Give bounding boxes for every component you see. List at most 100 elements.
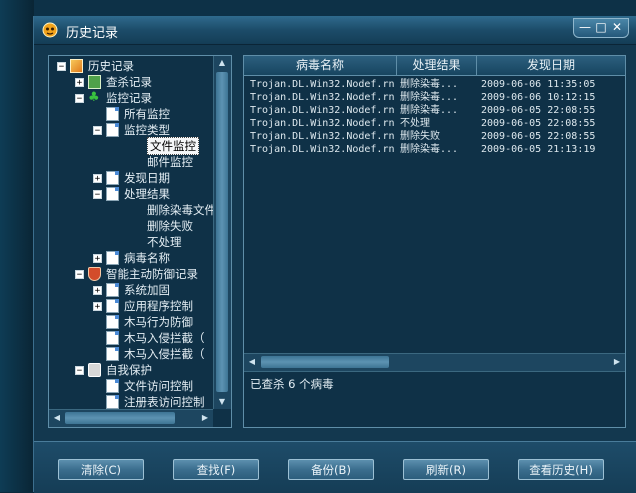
maximize-button[interactable]: □ bbox=[594, 19, 608, 35]
table-row[interactable]: Trojan.DL.Win32.Nodef.rn 删除染毒... 2009-06-0… bbox=[244, 104, 625, 117]
tree-item-label: 注册表访问控制 bbox=[124, 395, 205, 409]
cell-result: 删除染毒... bbox=[400, 92, 459, 103]
tree-item[interactable]: + 病毒名称 bbox=[93, 250, 170, 266]
list-horizontal-scrollbar[interactable]: ◀ ▶ bbox=[244, 353, 625, 372]
tree-item[interactable]: 注册表访问控制 bbox=[93, 394, 205, 409]
scroll-up-arrow-icon[interactable]: ▲ bbox=[214, 56, 230, 70]
cell-date: 2009-06-05 22:08:55 bbox=[481, 118, 596, 129]
collapse-icon[interactable]: − bbox=[75, 269, 84, 279]
table-row[interactable]: Trojan.DL.Win32.Nodef.rn 删除染毒... 2009-06-0… bbox=[244, 91, 625, 104]
clear-button[interactable]: 清除(C) bbox=[58, 459, 144, 480]
tree-item[interactable]: 文件访问控制 bbox=[93, 378, 193, 394]
tree-item[interactable]: − 自我保护 bbox=[75, 362, 152, 378]
document-icon bbox=[106, 347, 119, 361]
tree-item[interactable]: 木马入侵拦截（ bbox=[93, 346, 205, 362]
tree-item-label: 系统加固 bbox=[124, 283, 170, 297]
cell-date: 2009-06-06 11:35:05 bbox=[481, 79, 596, 90]
app-logo-icon bbox=[42, 22, 58, 38]
tree-item-label: 历史记录 bbox=[88, 59, 134, 73]
collapse-icon[interactable]: − bbox=[75, 93, 84, 103]
cell-result: 删除染毒... bbox=[400, 105, 459, 116]
tree-item[interactable]: − 监控类型 bbox=[93, 122, 170, 138]
tree-item-label: 木马行为防御 bbox=[124, 315, 193, 329]
collapse-icon[interactable]: − bbox=[93, 125, 102, 135]
column-header-date[interactable]: 发现日期 bbox=[477, 56, 625, 75]
column-header-virus-name[interactable]: 病毒名称 bbox=[244, 56, 397, 75]
view-history-button[interactable]: 查看历史(H) bbox=[518, 459, 604, 480]
cell-virus-name: Trojan.DL.Win32.Nodef.rn bbox=[250, 131, 395, 142]
tree-item-label: 监控记录 bbox=[106, 91, 152, 105]
scroll-left-arrow-icon[interactable]: ◀ bbox=[49, 411, 65, 425]
tree-item-label: 监控类型 bbox=[124, 123, 170, 137]
document-icon bbox=[106, 251, 119, 265]
backup-button[interactable]: 备份(B) bbox=[288, 459, 374, 480]
minimize-button[interactable]: — bbox=[578, 19, 592, 35]
tree-item[interactable]: 邮件监控 bbox=[147, 154, 193, 170]
tree-item[interactable]: + 应用程序控制 bbox=[93, 298, 193, 314]
table-row[interactable]: Trojan.DL.Win32.Nodef.rn 删除染毒... 2009-06-0… bbox=[244, 143, 625, 156]
cell-virus-name: Trojan.DL.Win32.Nodef.rn bbox=[250, 79, 395, 90]
cell-virus-name: Trojan.DL.Win32.Nodef.rn bbox=[250, 144, 395, 155]
virus-list-panel: 病毒名称 处理结果 发现日期 Trojan.DL.Win32.Nodef.rn 删… bbox=[243, 55, 626, 428]
history-tree-panel: − 历史记录 + 查杀记录 − ♣ 监控记录 所有监控 − 监控类型 文件监控 邮件监控 + 发现日期 − 处… bbox=[48, 55, 232, 428]
cell-date: 2009-06-05 22:08:55 bbox=[481, 131, 596, 142]
tree-item-label: 查杀记录 bbox=[106, 75, 152, 89]
tree-item[interactable]: + 查杀记录 bbox=[75, 74, 152, 90]
find-button[interactable]: 查找(F) bbox=[173, 459, 259, 480]
tree-vertical-scroll-thumb[interactable] bbox=[216, 72, 228, 392]
tree-item[interactable]: 不处理 bbox=[147, 234, 182, 250]
table-row[interactable]: Trojan.DL.Win32.Nodef.rn 删除染毒... 2009-06-0… bbox=[244, 78, 625, 91]
refresh-button[interactable]: 刷新(R) bbox=[403, 459, 489, 480]
expand-icon[interactable]: + bbox=[93, 253, 102, 263]
expand-icon[interactable]: + bbox=[93, 173, 102, 183]
tree-item[interactable]: 删除失败 bbox=[147, 218, 193, 234]
expand-icon[interactable]: + bbox=[93, 285, 102, 295]
tree-item[interactable]: 所有监控 bbox=[93, 106, 170, 122]
tree-item[interactable]: + 系统加固 bbox=[93, 282, 170, 298]
tree-horizontal-scroll-thumb[interactable] bbox=[65, 412, 175, 424]
cell-date: 2009-06-06 10:12:15 bbox=[481, 92, 596, 103]
expand-icon[interactable]: + bbox=[75, 77, 84, 87]
table-row[interactable]: Trojan.DL.Win32.Nodef.rn 删除失败 2009-06-05 2… bbox=[244, 130, 625, 143]
scroll-down-arrow-icon[interactable]: ▼ bbox=[214, 395, 230, 409]
cell-result: 不处理 bbox=[400, 118, 430, 129]
tree-item-label: 文件访问控制 bbox=[124, 379, 193, 393]
tree-item[interactable]: − ♣ 监控记录 bbox=[75, 90, 152, 106]
scroll-left-arrow-icon[interactable]: ◀ bbox=[244, 355, 260, 369]
lock-icon bbox=[88, 363, 101, 377]
scroll-right-arrow-icon[interactable]: ▶ bbox=[609, 355, 625, 369]
collapse-icon[interactable]: − bbox=[75, 365, 84, 375]
tree-horizontal-scrollbar[interactable]: ◀ ▶ bbox=[49, 409, 213, 427]
history-window: 历史记录 — □ ✕ − 历史记录 + 查杀记录 − ♣ 监控记录 所有监控 − 监控类型 文件监控… bbox=[33, 16, 636, 493]
document-icon bbox=[106, 379, 119, 393]
tree-item[interactable]: 木马行为防御 bbox=[93, 314, 193, 330]
window-title: 历史记录 bbox=[66, 26, 119, 41]
document-icon bbox=[106, 315, 119, 329]
collapse-icon[interactable]: − bbox=[93, 189, 102, 199]
tree-item[interactable]: − 历史记录 bbox=[57, 58, 134, 74]
desktop-background bbox=[0, 0, 636, 16]
tree-item-label: 删除染毒文件 bbox=[147, 203, 213, 217]
tree-item[interactable]: 文件监控 bbox=[147, 137, 199, 155]
history-tree: − 历史记录 + 查杀记录 − ♣ 监控记录 所有监控 − 监控类型 文件监控 邮件监控 + 发现日期 − 处… bbox=[49, 56, 213, 409]
tree-item[interactable]: 删除染毒文件 bbox=[147, 202, 213, 218]
collapse-icon[interactable]: − bbox=[57, 61, 66, 71]
tree-item[interactable]: − 智能主动防御记录 bbox=[75, 266, 198, 282]
status-text: 已查杀 6 个病毒 bbox=[250, 377, 334, 391]
tree-item-label: 文件监控 bbox=[147, 137, 199, 155]
expand-icon[interactable]: + bbox=[93, 301, 102, 311]
table-row[interactable]: Trojan.DL.Win32.Nodef.rn 不处理 2009-06-05 22… bbox=[244, 117, 625, 130]
column-header-result[interactable]: 处理结果 bbox=[397, 56, 477, 75]
tree-vertical-scrollbar[interactable]: ▲ ▼ bbox=[213, 56, 231, 409]
title-bar[interactable]: 历史记录 — □ ✕ bbox=[34, 16, 636, 45]
list-horizontal-scroll-thumb[interactable] bbox=[261, 356, 389, 368]
scroll-right-arrow-icon[interactable]: ▶ bbox=[197, 411, 213, 425]
tree-item-label: 智能主动防御记录 bbox=[106, 267, 198, 281]
close-button[interactable]: ✕ bbox=[610, 19, 624, 35]
document-icon bbox=[106, 123, 119, 137]
tree-item-label: 处理结果 bbox=[124, 187, 170, 201]
tree-item[interactable]: + 发现日期 bbox=[93, 170, 170, 186]
tree-item[interactable]: − 处理结果 bbox=[93, 186, 170, 202]
tree-item-label: 病毒名称 bbox=[124, 251, 170, 265]
tree-item[interactable]: 木马入侵拦截（ bbox=[93, 330, 205, 346]
